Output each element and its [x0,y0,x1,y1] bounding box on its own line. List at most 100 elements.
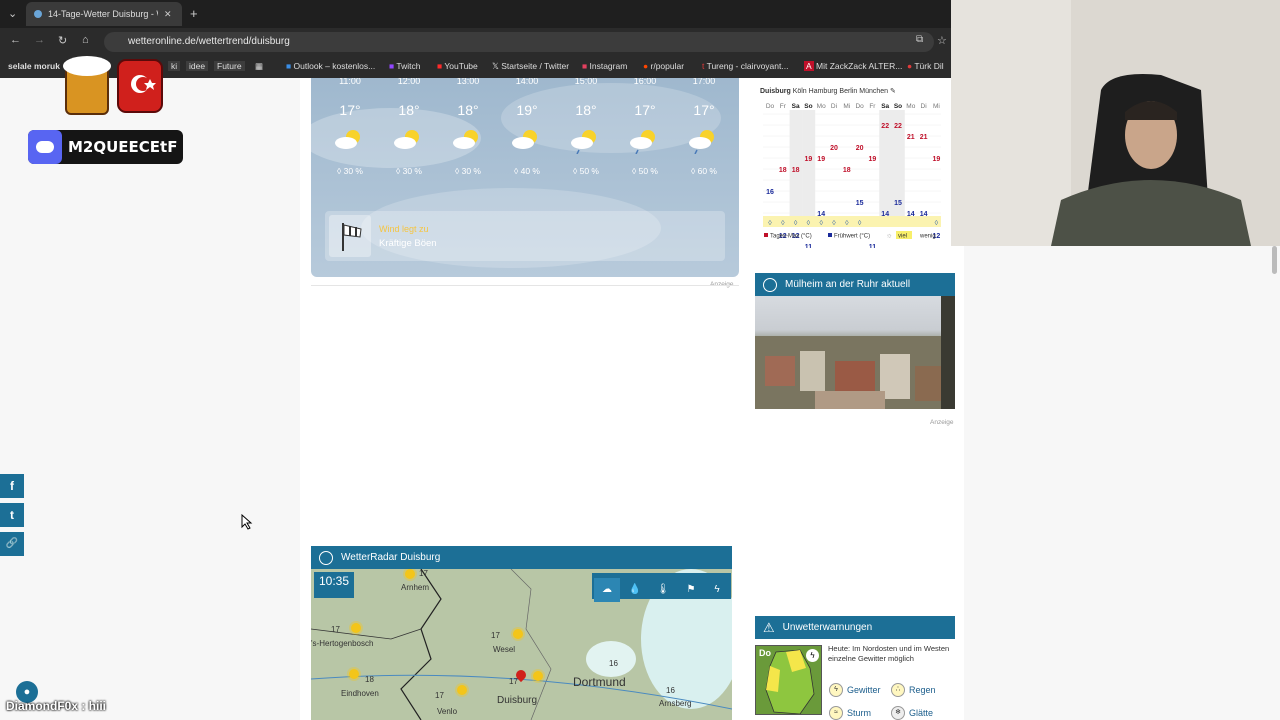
warning-link-sturm[interactable]: ≈ Sturm [829,706,871,720]
warning-link-glaette[interactable]: ❄ Glätte [891,706,933,720]
forecast-temp: 17° [634,102,656,118]
bookmark-twitch[interactable]: ■ Twitch [389,61,420,71]
forecast-rain-value: 30 % [402,166,422,176]
apps-grid-icon[interactable]: ▦ [255,61,263,72]
discord-icon [28,130,62,164]
twitter-share-button[interactable]: t [0,503,24,527]
thermometer-icon[interactable]: 🌡 [650,578,676,602]
scrollbar-thumb[interactable] [1272,246,1277,274]
warning-link-gewitter[interactable]: ϟ Gewitter [829,683,881,697]
close-tab-icon[interactable]: ✕ [164,9,172,20]
warning-link-regen[interactable]: ∴ Regen [891,683,936,697]
city-hertogenbosch: 's-Hertogenbosch [311,639,374,648]
trend-day-label: Mi [843,103,850,110]
sun-icon [513,629,523,639]
wind-alert-box[interactable]: Wind legt zu Kräftige Böen [325,211,725,261]
trend-max-value: 21 [920,134,928,141]
forecast-rain: ◊ 50 % [557,166,615,176]
radar-temp-arnsberg: 16 [666,686,675,695]
trend-city-duisburg[interactable]: Duisburg [760,88,791,95]
rain-chance-icon: ◊ [807,220,811,227]
trend-chart[interactable]: Duisburg Köln Hamburg Berlin München ✎ D… [755,78,952,248]
webcam-header[interactable]: Mülheim an der Ruhr aktuell [755,273,955,296]
radar-header[interactable]: WetterRadar Duisburg [311,546,732,569]
lightning-icon: ϟ [806,649,819,662]
zackzack-icon: A [804,61,814,71]
link-share-button[interactable]: 🔗 [0,532,24,556]
bookmark-instagram[interactable]: ■ Instagram [582,61,627,71]
sun-cloud-icon [453,130,478,149]
bookmark-reddit[interactable]: ● r/popular [643,61,684,71]
forecast-rain: ◊ 30 % [439,166,497,176]
city-wesel: Wesel [493,645,516,654]
rain-chance-icon: ◊ [832,220,836,227]
wind-alert-text: Kräftige Böen [379,238,437,249]
url-input[interactable]: wetteronline.de/wettertrend/duisburg [104,32,934,52]
rain-drop-icon[interactable]: 💧 [622,578,648,602]
forecast-temp: 17° [693,102,715,118]
location-icon [763,277,777,292]
mouse-cursor-icon [241,514,253,530]
trend-city-muenchen[interactable]: München [859,88,888,95]
bookmark-zackzack[interactable]: A Mit ZackZack ALTER... [804,61,902,71]
lightning-icon[interactable]: ϟ [704,578,730,602]
webcam-title: Mülheim an der Ruhr aktuell [785,279,911,290]
bookmark-turkdil[interactable]: ● Türk Dil [907,61,944,71]
bookmark-future[interactable]: Future [214,61,245,71]
divider [311,285,739,286]
rain-chance-icon: ◊ [858,220,862,227]
trend-max-value: 22 [881,123,889,130]
trend-day-label: Mo [817,103,826,110]
forecast-time: 11:00 [339,78,361,86]
radar-temp-west: 17 [331,625,340,634]
wind-icon[interactable]: ⚑ [678,578,704,602]
bookmark-zackzack-label: Mit ZackZack ALTER... [816,61,903,71]
legend-min-swatch [828,233,832,237]
tab-favicon-icon [34,10,42,18]
trend-max-value: 22 [894,123,902,130]
warnings-day: Do [759,648,771,658]
trend-min-value: 16 [766,189,774,196]
legend-sun-icon: ☼ [886,233,892,240]
back-icon[interactable]: ← [10,34,21,46]
radar-map[interactable]: 10:35 ☁ 💧 🌡 ⚑ ϟ Arnhem 's-Hertogenbosch … [311,569,732,720]
browser-tab[interactable]: 14-Tage-Wetter Duisburg - We ✕ [26,2,182,26]
forecast-temp: 19° [516,102,538,118]
facebook-share-button[interactable]: f [0,474,24,498]
bookmark-tureng[interactable]: t Tureng - clairvoyant... [702,61,788,71]
tab-menu-icon[interactable]: ⌄ [8,7,17,20]
bookmark-twitter[interactable]: 𝕏 Startseite / Twitter [492,61,569,72]
windsock-icon [329,215,371,257]
bookmark-instagram-label: Instagram [589,61,628,71]
cloud-sun-icon[interactable]: ☁ [594,578,620,602]
trend-city-hamburg[interactable]: Hamburg [809,88,838,95]
trend-min-value: 11 [805,244,813,248]
radar-time-box: 10:35 [314,572,354,598]
forecast-time: 15:00 [574,78,598,86]
edit-pencil-icon[interactable]: ✎ [890,88,896,95]
translate-icon[interactable]: ⧉ [916,34,923,45]
forecast-rain-value: 30 % [343,166,363,176]
sun-cloud-icon [394,130,419,149]
forecast-time: 16:00 [633,78,657,86]
radar-temp-venlo: 17 [435,691,444,700]
bookmark-youtube[interactable]: ■ YouTube [437,61,478,71]
trend-city-berlin[interactable]: Berlin [839,88,857,95]
bookmark-outlook[interactable]: ■ Outlook – kostenlos... [286,61,375,71]
trend-max-value: 20 [830,145,838,152]
new-tab-icon[interactable]: + [190,6,198,21]
radar-cloud-icon [319,550,333,565]
bookmark-star-icon[interactable]: ☆ [937,34,947,47]
bookmark-selale[interactable]: selale moruk [8,61,60,71]
webcam-image[interactable] [755,296,955,409]
trend-max-value: 21 [907,134,915,141]
trend-city-koeln[interactable]: Köln [793,88,807,95]
home-icon[interactable]: ⌂ [82,34,89,46]
discord-badge: M2QUEECEtF [28,130,183,164]
bookmark-idee[interactable]: idee [186,61,209,71]
trend-max-value: 19 [933,156,941,163]
warnings-header[interactable]: ⚠ Unwetterwarnungen [755,616,955,639]
beer-tea-sticker [60,46,172,122]
forward-icon[interactable]: → [34,34,45,46]
warnings-map[interactable]: Do ϟ [755,645,822,715]
